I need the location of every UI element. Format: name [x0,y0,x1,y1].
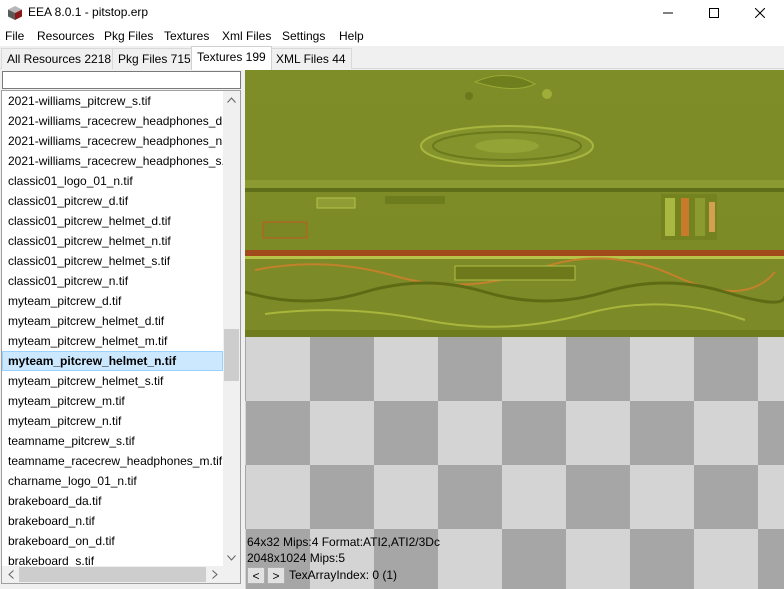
scroll-down-button[interactable] [223,549,240,566]
horizontal-scroll-thumb[interactable] [19,567,206,582]
app-cube-icon [8,6,22,20]
list-item[interactable]: charname_logo_01_n.tif [2,471,223,491]
list-item[interactable]: 2021-williams_racecrew_headphones_n.t [2,131,223,151]
texture-list[interactable]: 2021-williams_pitcrew_s.tif 2021-williams… [2,91,223,566]
list-item[interactable]: classic01_pitcrew_helmet_n.tif [2,231,223,251]
list-item[interactable]: classic01_pitcrew_d.tif [2,191,223,211]
chevron-up-icon [227,96,236,103]
horizontal-scrollbar[interactable] [2,566,223,583]
menu-xml-files[interactable]: Xml Files [222,29,271,43]
list-item[interactable]: brakeboard_n.tif [2,511,223,531]
texture-preview[interactable] [245,70,784,589]
list-item[interactable]: teamname_racecrew_headphones_m.tif [2,451,223,471]
chevron-down-icon [227,554,236,561]
list-item[interactable]: classic01_pitcrew_helmet_s.tif [2,251,223,271]
list-item[interactable]: brakeboard_da.tif [2,491,223,511]
texture-info-line-1: 64x32 Mips:4 Format:ATI2,ATI2/3Dc [247,535,440,549]
list-item[interactable]: 2021-williams_racecrew_headphones_d.t [2,111,223,131]
scroll-left-button[interactable] [2,566,19,583]
list-item[interactable]: 2021-williams_racecrew_headphones_s.ti [2,151,223,171]
list-item[interactable]: myteam_pitcrew_d.tif [2,291,223,311]
scroll-up-button[interactable] [223,91,240,108]
tab-xml-files[interactable]: XML Files 44 [270,48,352,69]
texture-preview-canvas [245,70,784,589]
list-item[interactable]: classic01_pitcrew_n.tif [2,271,223,291]
tab-textures[interactable]: Textures 199 [191,46,272,70]
menu-file[interactable]: File [5,29,24,43]
list-item[interactable]: myteam_pitcrew_helmet_d.tif [2,311,223,331]
next-texture-button[interactable]: > [267,567,285,584]
tab-strip: All Resources 2218 Pkg Files 715 Texture… [0,46,784,70]
maximize-icon [709,8,719,18]
right-detail [661,194,717,240]
tex-array-index: TexArrayIndex: 0 (1) [289,568,398,582]
list-item[interactable]: classic01_pitcrew_helmet_d.tif [2,211,223,231]
close-button[interactable] [737,0,783,26]
filter-input[interactable] [2,71,241,89]
texture-list-panel: 2021-williams_pitcrew_s.tif 2021-williams… [1,90,241,584]
menu-resources[interactable]: Resources [37,29,94,43]
menu-settings[interactable]: Settings [282,29,325,43]
tab-pkg-files[interactable]: Pkg Files 715 [112,48,197,69]
list-item[interactable]: myteam_pitcrew_helmet_m.tif [2,331,223,351]
list-item[interactable]: classic01_logo_01_n.tif [2,171,223,191]
list-item-selected[interactable]: myteam_pitcrew_helmet_n.tif [2,351,223,371]
list-item[interactable]: myteam_pitcrew_helmet_s.tif [2,371,223,391]
scroll-right-button[interactable] [206,566,223,583]
menu-help[interactable]: Help [339,29,364,43]
maximize-button[interactable] [691,0,737,26]
title-bar: EEA 8.0.1 - pitstop.erp [0,0,784,26]
menu-bar: File Resources Pkg Files Textures Xml Fi… [0,26,784,46]
scrollbar-corner [223,566,240,583]
vertical-scrollbar[interactable] [223,91,240,566]
menu-textures[interactable]: Textures [164,29,209,43]
chevron-left-icon [7,570,14,579]
list-item[interactable]: brakeboard_s.tif [2,551,223,566]
texture-info-line-2: 2048x1024 Mips:5 [247,551,346,565]
list-item[interactable]: teamname_pitcrew_s.tif [2,431,223,451]
list-item[interactable]: myteam_pitcrew_m.tif [2,391,223,411]
list-item[interactable]: 2021-williams_pitcrew_s.tif [2,91,223,111]
menu-pkg-files[interactable]: Pkg Files [104,29,153,43]
minimize-button[interactable] [645,0,691,26]
window-title: EEA 8.0.1 - pitstop.erp [28,5,149,19]
chevron-right-icon [211,570,218,579]
list-item[interactable]: myteam_pitcrew_n.tif [2,411,223,431]
list-item[interactable]: brakeboard_on_d.tif [2,531,223,551]
minimize-icon [663,12,673,14]
vertical-scroll-thumb[interactable] [224,329,239,381]
close-icon [755,8,765,18]
prev-texture-button[interactable]: < [247,567,265,584]
tab-all-resources[interactable]: All Resources 2218 [1,48,118,69]
